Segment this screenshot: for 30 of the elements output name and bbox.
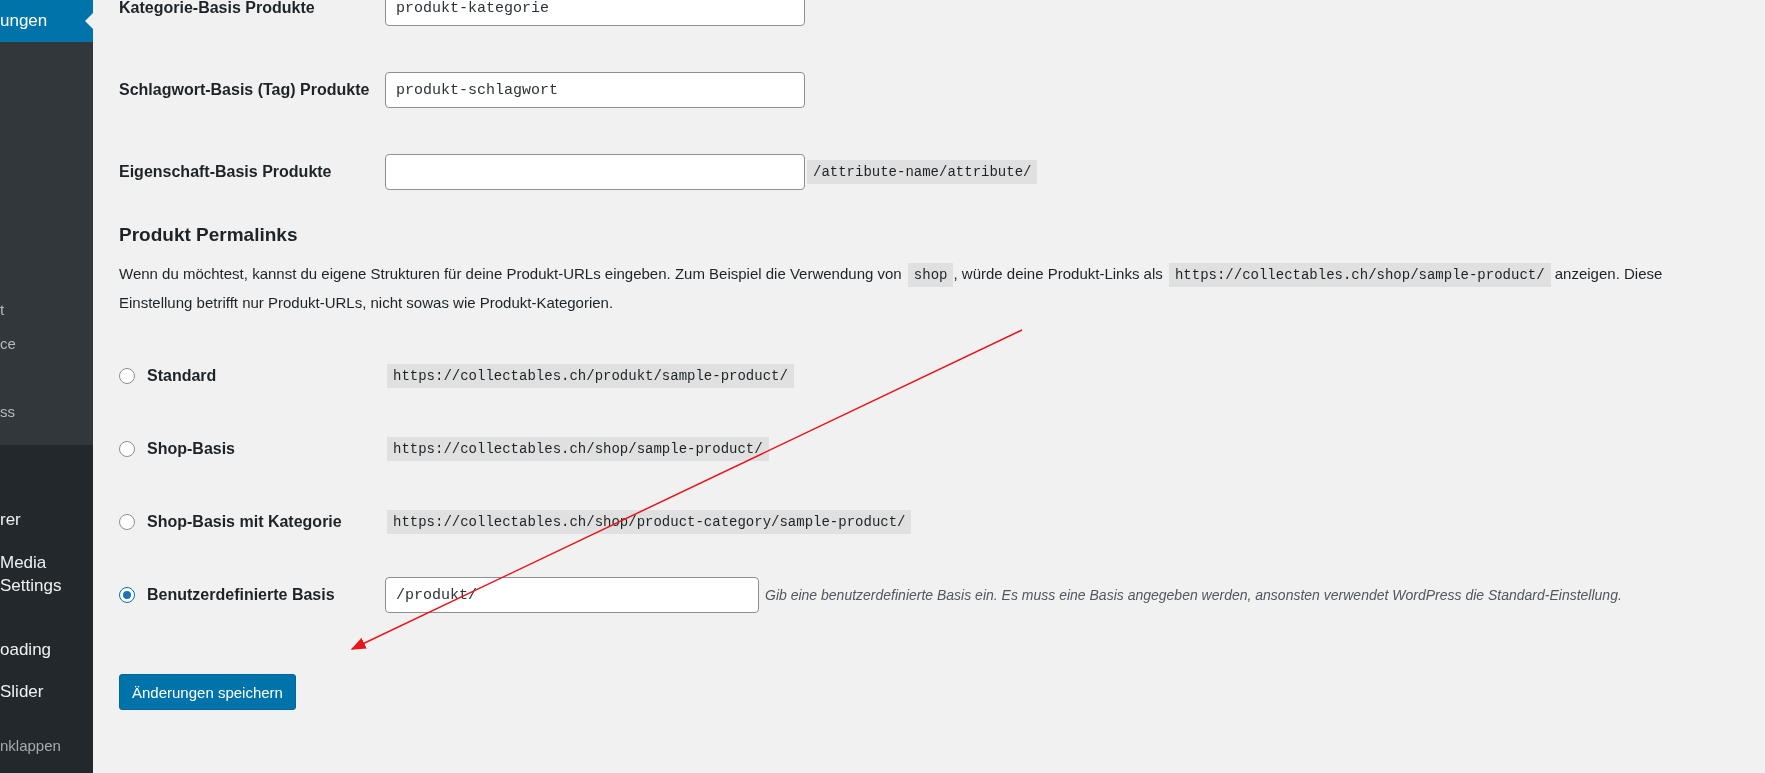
option-label[interactable]: Benutzerdefinierte Basis bbox=[147, 586, 385, 604]
radio-button[interactable] bbox=[119, 587, 135, 603]
menu-item[interactable]: t bbox=[0, 300, 93, 320]
example-url: https://collectables.ch/shop/sample-product/ bbox=[387, 437, 769, 461]
menu-item[interactable]: Slider bbox=[0, 681, 93, 703]
field-label: Kategorie-Basis Produkte bbox=[119, 0, 316, 18]
radio-button[interactable] bbox=[119, 441, 135, 457]
radio-button[interactable] bbox=[119, 368, 135, 384]
text-field[interactable]: produkt-kategorie bbox=[385, 0, 805, 26]
text-field[interactable] bbox=[385, 154, 805, 190]
description-text: Wenn du möchtest, kannst du eigene Strukturen für deine Produkt-URLs eingeben. Zum Beispiel die Verwendung von shop , würde deine Produkt-Links als https://collectables.ch/shop/sample-product/ anzeigen. Diese Einstellung betrifft nur Produkt-URLs, nicht sowas wie Produkt-Kategorien. bbox=[119, 262, 1664, 313]
example-code: /attribute-name/attribute/ bbox=[807, 160, 1038, 184]
menu-item[interactable]: oading bbox=[0, 639, 93, 661]
menu-item[interactable]: Media Settings bbox=[0, 551, 80, 597]
menu-item[interactable]: ss bbox=[0, 402, 93, 422]
menu-item[interactable]: rer bbox=[0, 509, 93, 531]
example-url: https://collectables.ch/produkt/sample-product/ bbox=[387, 364, 794, 388]
option-label[interactable]: Standard bbox=[147, 367, 385, 385]
field-label: Schlagwort-Basis (Tag) Produkte bbox=[119, 80, 371, 100]
section-heading: Produkt Permalinks bbox=[119, 224, 299, 246]
text-field[interactable]: produkt-schlagwort bbox=[385, 72, 805, 108]
menu-item[interactable]: ungen bbox=[0, 0, 93, 42]
save-button[interactable]: Änderungen speichern bbox=[119, 674, 296, 710]
field-label: Eigenschaft-Basis Produkte bbox=[119, 162, 333, 182]
menu-item[interactable]: ce bbox=[0, 334, 93, 354]
option-label[interactable]: Shop-Basis bbox=[147, 440, 385, 458]
hint-text: Gib eine benutzerdefinierte Basis ein. Es muss eine Basis angegeben werden, ansonsten verwendet WordPress die Standard-Einstellung. bbox=[765, 587, 1622, 603]
collapse-menu-item[interactable]: nklappen bbox=[0, 735, 93, 757]
option-label[interactable]: Shop-Basis mit Kategorie bbox=[147, 513, 385, 531]
radio-button[interactable] bbox=[119, 514, 135, 530]
